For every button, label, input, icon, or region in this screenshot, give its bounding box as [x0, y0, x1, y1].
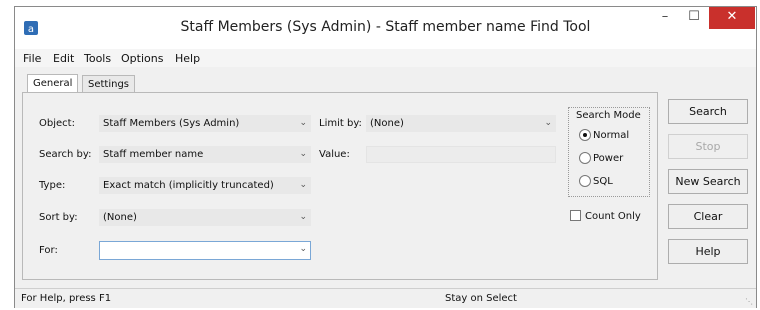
count-only-checkbox[interactable]: [570, 210, 581, 221]
search-by-value: Staff member name: [103, 149, 204, 160]
sort-by-dropdown[interactable]: (None) ⌄: [99, 209, 311, 226]
chevron-down-icon: ⌄: [299, 180, 307, 190]
new-search-button[interactable]: New Search: [668, 169, 748, 194]
limit-by-dropdown[interactable]: (None) ⌄: [366, 115, 556, 132]
for-label: For:: [39, 245, 58, 256]
menu-help[interactable]: Help: [175, 52, 200, 65]
menu-options[interactable]: Options: [121, 52, 163, 65]
clear-button[interactable]: Clear: [668, 204, 748, 229]
maximize-button[interactable]: ☐: [679, 7, 709, 29]
search-by-label: Search by:: [39, 149, 92, 160]
status-bar: For Help, press F1 Stay on Select ⋱: [15, 288, 756, 308]
type-dropdown[interactable]: Exact match (implicitly truncated) ⌄: [99, 177, 311, 194]
sort-by-value: (None): [103, 212, 137, 223]
menu-edit[interactable]: Edit: [53, 52, 74, 65]
help-button[interactable]: Help: [668, 239, 748, 264]
radio-sql[interactable]: [579, 175, 591, 187]
sort-by-label: Sort by:: [39, 212, 78, 223]
value-input[interactable]: [366, 146, 556, 163]
value-label: Value:: [319, 149, 350, 160]
search-mode-title: Search Mode: [576, 110, 641, 121]
menu-tools[interactable]: Tools: [84, 52, 111, 65]
limit-by-label: Limit by:: [319, 118, 362, 129]
status-stay-on-select: Stay on Select: [445, 293, 517, 304]
stop-button[interactable]: Stop: [668, 134, 748, 159]
radio-normal-label: Normal: [593, 130, 630, 141]
type-label: Type:: [39, 180, 66, 191]
object-label: Object:: [39, 118, 75, 129]
search-by-dropdown[interactable]: Staff member name ⌄: [99, 146, 311, 163]
menu-bar: File Edit Tools Options Help: [15, 49, 756, 67]
limit-by-value: (None): [370, 118, 404, 129]
tab-settings[interactable]: Settings: [82, 75, 136, 93]
radio-power-label: Power: [593, 153, 624, 164]
window-title: Staff Members (Sys Admin) - Staff member…: [180, 19, 591, 35]
count-only-label: Count Only: [585, 211, 641, 222]
close-button[interactable]: ✕: [709, 7, 755, 29]
type-value: Exact match (implicitly truncated): [103, 180, 274, 191]
radio-power[interactable]: [579, 152, 591, 164]
chevron-down-icon: ⌄: [299, 118, 307, 128]
find-tool-window: a Staff Members (Sys Admin) - Staff memb…: [14, 6, 757, 308]
object-dropdown[interactable]: Staff Members (Sys Admin) ⌄: [99, 115, 311, 132]
minimize-button[interactable]: –: [651, 7, 679, 29]
chevron-down-icon: ⌄: [299, 212, 307, 222]
resize-grip-icon[interactable]: ⋱: [745, 297, 753, 306]
menu-file[interactable]: File: [23, 52, 41, 65]
object-value: Staff Members (Sys Admin): [103, 118, 240, 129]
chevron-down-icon: ⌄: [299, 244, 307, 254]
chevron-down-icon: ⌄: [299, 149, 307, 159]
status-help-text: For Help, press F1: [21, 293, 112, 304]
for-input[interactable]: ⌄: [99, 241, 311, 260]
chevron-down-icon: ⌄: [544, 118, 552, 128]
radio-normal[interactable]: [579, 129, 591, 141]
tab-general[interactable]: General: [27, 74, 79, 93]
radio-sql-label: SQL: [593, 176, 613, 187]
title-bar: a Staff Members (Sys Admin) - Staff memb…: [15, 7, 756, 49]
search-button[interactable]: Search: [668, 99, 748, 124]
